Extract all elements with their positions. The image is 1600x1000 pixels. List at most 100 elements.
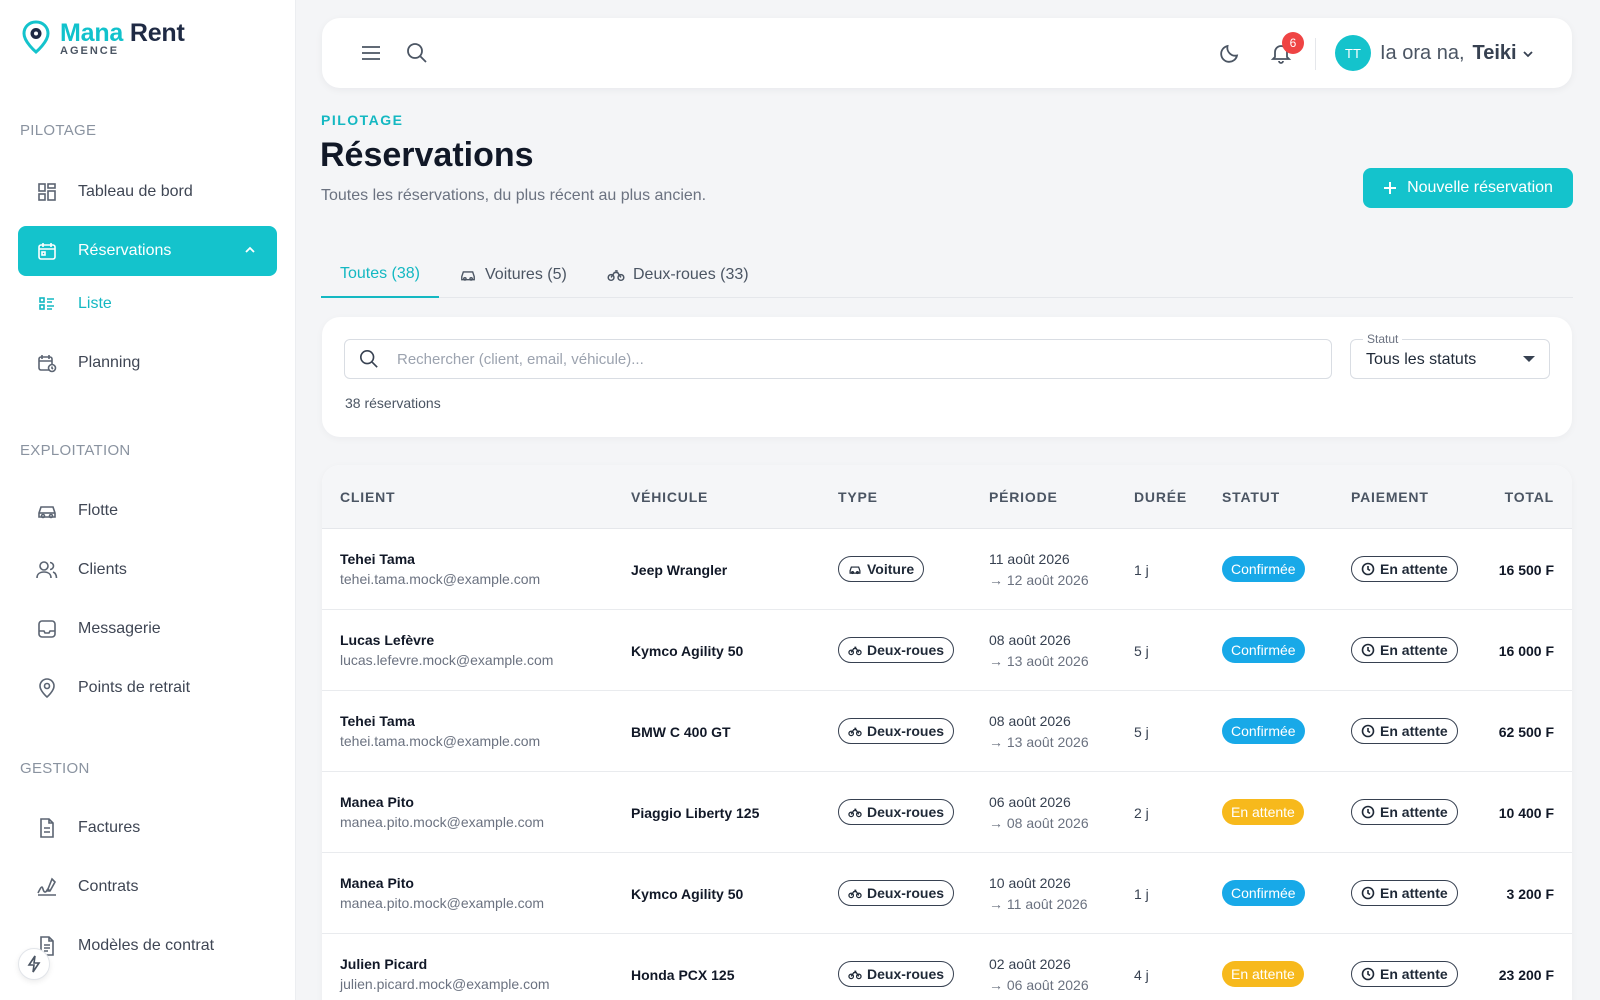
vehicle-type-chip: Deux-roues: [838, 880, 955, 906]
sidebar-item-label: Réservations: [78, 242, 172, 259]
sidebar-item-flotte[interactable]: Flotte: [18, 486, 277, 536]
reservation-count: 38 réservations: [345, 395, 441, 411]
column-header-total[interactable]: TOTAL: [1505, 489, 1554, 505]
sidebar-item-messagerie[interactable]: Messagerie: [18, 604, 277, 654]
notification-count-badge: 6: [1282, 32, 1304, 54]
dashboard-icon: [36, 181, 58, 203]
vehicle-type-label: Deux-roues: [867, 804, 945, 820]
column-header-vehicule[interactable]: VÉHICULE: [631, 489, 708, 505]
tab-deux-roues[interactable]: Deux-roues (33): [607, 252, 749, 298]
status-select[interactable]: Statut Tous les statuts: [1350, 332, 1550, 379]
motorbike-icon: [607, 270, 625, 282]
menu-button[interactable]: [358, 40, 384, 66]
user-name: Teiki: [1472, 42, 1517, 64]
tabs: Toutes (38) Voitures (5) Deux-roues (33): [321, 252, 1573, 298]
sidebar-item-reservations[interactable]: Réservations: [18, 226, 277, 276]
client-email: tehei.tama.mock@example.com: [340, 571, 541, 587]
client-name[interactable]: Manea Pito: [340, 794, 414, 810]
search-icon: [407, 43, 427, 63]
column-header-client[interactable]: CLIENT: [340, 489, 395, 505]
total-amount: 16 500 F: [1498, 562, 1554, 578]
search-icon: [360, 350, 378, 368]
dark-mode-toggle[interactable]: [1217, 40, 1243, 66]
table-row[interactable]: Manea Pito manea.pito.mock@example.com Pia…: [322, 772, 1572, 853]
vehicle-name: Honda PCX 125: [631, 967, 735, 983]
sidebar-item-label: Points de retrait: [78, 679, 191, 696]
status-select-label: Statut: [1363, 332, 1403, 346]
column-header-paiement[interactable]: PAIEMENT: [1351, 489, 1429, 505]
status-select-value: Tous les statuts: [1366, 351, 1477, 368]
duration: 4 j: [1134, 967, 1149, 983]
list-icon: [36, 293, 58, 315]
motorbike-icon: [848, 646, 862, 655]
sidebar-item-planning[interactable]: Planning: [18, 338, 277, 388]
total-amount: 16 000 F: [1498, 643, 1554, 659]
client-name[interactable]: Tehei Tama: [340, 551, 415, 567]
table-row[interactable]: Julien Picard julien.picard.mock@example.…: [322, 934, 1572, 1000]
column-header-duree[interactable]: DURÉE: [1134, 489, 1187, 505]
reservations-table: CLIENT VÉHICULE TYPE PÉRIODE DURÉE STATU…: [322, 465, 1572, 1000]
client-name[interactable]: Lucas Lefèvre: [340, 632, 434, 648]
status-badge: Confirmée: [1222, 556, 1305, 582]
car-icon: [849, 565, 861, 574]
page-subtitle: Toutes les réservations, du plus récent …: [321, 187, 707, 204]
breadcrumb: PILOTAGE: [321, 112, 404, 128]
sidebar-item-tableau-de-bord[interactable]: Tableau de bord: [18, 167, 277, 217]
motorbike-icon: [848, 808, 862, 817]
sidebar-item-liste[interactable]: Liste: [18, 279, 277, 329]
clock-icon: [1361, 805, 1375, 819]
tab-label: Deux-roues (33): [633, 266, 749, 283]
tab-label: Toutes (38): [339, 265, 421, 282]
hamburger-icon: [362, 46, 380, 60]
new-reservation-button[interactable]: Nouvelle réservation: [1363, 168, 1573, 208]
period-start: 08 août 2026: [989, 713, 1071, 729]
search-input[interactable]: [397, 350, 1297, 368]
sidebar-item-points-de-retrait[interactable]: Points de retrait: [18, 663, 277, 713]
total-amount: 3 200 F: [1506, 886, 1554, 902]
table-row[interactable]: Manea Pito manea.pito.mock@example.com Kym…: [322, 853, 1572, 934]
brand-logo[interactable]: Mana Rent AGENCE: [22, 20, 185, 57]
sidebar: Mana Rent AGENCE PILOTAGE Tableau de bor…: [0, 0, 296, 1000]
column-header-periode[interactable]: PÉRIODE: [989, 489, 1058, 505]
new-reservation-label: Nouvelle réservation: [1407, 179, 1553, 196]
table-row[interactable]: Tehei Tama tehei.tama.mock@example.com BMW…: [322, 691, 1572, 772]
column-header-statut[interactable]: STATUT: [1222, 489, 1280, 505]
user-menu[interactable]: Ia ora na, Teiki: [1380, 42, 1535, 65]
sidebar-item-contrats[interactable]: Contrats: [18, 862, 277, 912]
brand-name: Mana Rent: [60, 20, 185, 46]
tab-voitures[interactable]: Voitures (5): [459, 252, 567, 298]
duration: 2 j: [1134, 805, 1149, 821]
table-header: CLIENT VÉHICULE TYPE PÉRIODE DURÉE STATU…: [322, 465, 1572, 529]
vehicle-type-label: Deux-roues: [867, 966, 945, 982]
caret-down-icon: [1523, 356, 1535, 362]
search-field[interactable]: [344, 339, 1332, 379]
avatar[interactable]: TT: [1335, 35, 1371, 71]
period-start: 11 août 2026: [989, 551, 1070, 567]
client-name[interactable]: Julien Picard: [340, 956, 427, 972]
client-name[interactable]: Tehei Tama: [340, 713, 415, 729]
vehicle-name: Kymco Agility 50: [631, 886, 744, 902]
vehicle-type-label: Deux-roues: [867, 642, 945, 658]
sidebar-item-factures[interactable]: Factures: [18, 803, 277, 853]
map-pin-logo-icon: [22, 20, 50, 54]
sidebar-item-label: Liste: [78, 295, 112, 312]
period-end: → 11 août 2026: [989, 896, 1088, 912]
sidebar-item-clients[interactable]: Clients: [18, 545, 277, 595]
status-badge: En attente: [1222, 799, 1304, 825]
vehicle-type-chip: Deux-roues: [838, 637, 955, 663]
column-header-type[interactable]: TYPE: [838, 489, 878, 505]
status-badge: Confirmée: [1222, 718, 1305, 744]
vehicle-type-chip: Deux-roues: [838, 961, 955, 987]
tab-toutes[interactable]: Toutes (38): [321, 252, 439, 298]
search-button[interactable]: [404, 40, 430, 66]
total-amount: 10 400 F: [1498, 805, 1554, 821]
nav-section-gestion: GESTION: [20, 760, 90, 777]
table-row[interactable]: Lucas Lefèvre lucas.lefevre.mock@example.…: [322, 610, 1572, 691]
client-name[interactable]: Manea Pito: [340, 875, 414, 891]
sidebar-item-label: Planning: [78, 354, 141, 371]
chevron-up-icon[interactable]: [243, 243, 257, 257]
vehicle-name: Kymco Agility 50: [631, 643, 744, 659]
sidebar-item-modeles-de-contrat[interactable]: Modèles de contrat: [18, 921, 277, 971]
table-row[interactable]: Tehei Tama tehei.tama.mock@example.com Jee…: [322, 529, 1572, 610]
quick-action-button[interactable]: [18, 948, 50, 980]
